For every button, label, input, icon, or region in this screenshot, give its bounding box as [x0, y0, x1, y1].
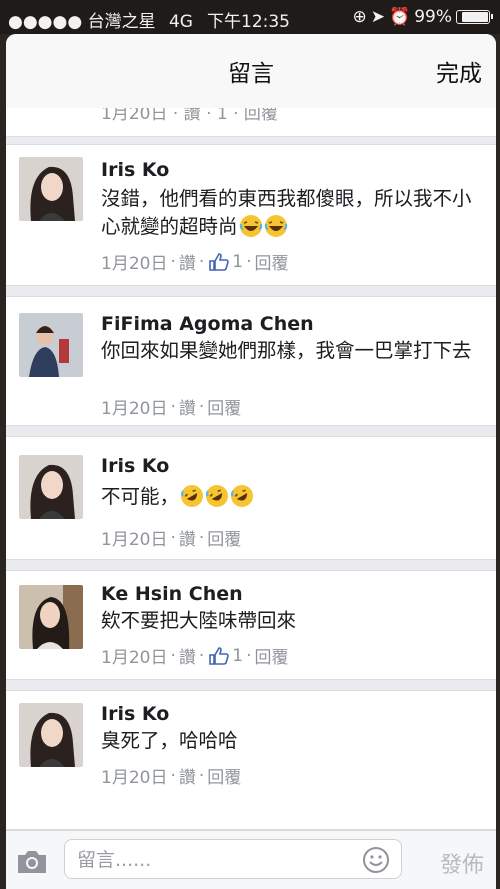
post-button[interactable]: 發佈 [440, 847, 484, 879]
location-icon: ➤ [370, 7, 386, 27]
rofl-emoji [231, 485, 254, 507]
comment-text: 欸不要把大陸味帶回來 [101, 607, 486, 635]
comments-sheet: 留言 完成 1月20日 · 讚 · 1 · 回覆 Iris Ko 沒錯，他們看的… [6, 34, 496, 889]
reply-button[interactable]: 回覆 [255, 249, 289, 274]
lock-rotation-icon: ⊕ [352, 7, 367, 27]
battery-percent: 99% [414, 7, 452, 27]
like-button[interactable]: 讚 [179, 525, 196, 550]
avatar[interactable] [19, 157, 83, 221]
comment-text: 沒錯，他們看的東西我都傻眼，所以我不小心就變的超時尚 [101, 185, 486, 241]
like-button[interactable]: 讚 [179, 249, 196, 274]
rofl-emoji [206, 485, 229, 507]
comment-date: 1月20日 [101, 399, 168, 419]
partial-comment: 1月20日 · 讚 · 1 · 回覆 [6, 108, 496, 137]
comment-meta: 1月20日 · 讚 · 1 · 回覆 [101, 643, 289, 669]
comment-text: 你回來如果變她們那樣，我會一巴掌打下去 [101, 337, 486, 365]
reply-button[interactable]: 回覆 [207, 763, 241, 788]
comment-item: FiFima Agoma Chen 你回來如果變她們那樣，我會一巴掌打下去 1月… [6, 296, 496, 426]
comment-meta: 1月20日 · 讚 · 回覆 [101, 394, 241, 420]
comment-meta: 1月20日 · 讚 · 1 · 回覆 [101, 249, 289, 275]
comment-date: 1月20日 [101, 530, 168, 550]
comment-meta: 1月20日 · 讚 · 回覆 [101, 763, 241, 789]
avatar[interactable] [19, 455, 83, 519]
comment-list[interactable]: 1月20日 · 讚 · 1 · 回覆 Iris Ko 沒錯，他們看的東西我都傻眼… [6, 108, 496, 830]
comment-date: 1月20日 [101, 254, 168, 274]
partial-comment-meta: 1月20日 · 讚 · 1 · 回覆 [101, 108, 278, 124]
comment-date: 1月20日 [101, 768, 168, 788]
like-count: 1 [232, 251, 244, 272]
page-title: 留言 [228, 61, 274, 87]
rofl-emoji [181, 485, 204, 507]
reply-button[interactable]: 回覆 [255, 643, 289, 668]
done-button[interactable]: 完成 [436, 54, 482, 88]
comment-text: 臭死了，哈哈哈 [101, 727, 486, 755]
comment-input[interactable] [75, 846, 349, 874]
laughing-emoji [264, 215, 287, 237]
avatar[interactable] [19, 585, 83, 649]
comment-meta: 1月20日 · 讚 · 回覆 [101, 525, 241, 551]
thumbs-up-icon [209, 646, 230, 665]
like-button[interactable]: 讚 [179, 643, 196, 668]
comment-author[interactable]: Ke Hsin Chen [101, 583, 243, 605]
nav-bar: 留言 完成 [6, 34, 496, 109]
laughing-emoji [239, 215, 262, 237]
status-bar: ●●●●● 台灣之星 4G 下午12:35 ⊕ ➤ ⏰ 99% [0, 0, 500, 34]
comment-text-body: 不可能， [101, 485, 180, 508]
battery-icon [456, 10, 493, 24]
avatar[interactable] [19, 703, 83, 767]
comment-text-body: 臭死了，哈哈哈 [101, 729, 238, 752]
like-count: 1 [232, 645, 244, 666]
smiley-icon[interactable] [361, 845, 391, 875]
comment-item: Iris Ko 不可能， 1月20日 · 讚 · 回覆 [6, 436, 496, 560]
comment-text-body: 你回來如果變她們那樣，我會一巴掌打下去 [101, 339, 472, 362]
comment-input-box [64, 839, 402, 879]
comment-author[interactable]: Iris Ko [101, 455, 169, 477]
reply-button[interactable]: 回覆 [207, 394, 241, 419]
comment-item: Ke Hsin Chen 欸不要把大陸味帶回來 1月20日 · 讚 · 1 · 回覆 [6, 570, 496, 680]
carrier-label: ●●●●● 台灣之星 [8, 12, 156, 32]
like-button[interactable]: 讚 [179, 394, 196, 419]
network-label: 4G [168, 12, 193, 32]
comment-author[interactable]: Iris Ko [101, 159, 169, 181]
thumbs-up-icon [209, 252, 230, 271]
comment-text-body: 欸不要把大陸味帶回來 [101, 609, 297, 632]
comment-author[interactable]: FiFima Agoma Chen [101, 313, 314, 335]
avatar[interactable] [19, 313, 83, 377]
clock: 下午12:35 [207, 12, 290, 32]
comment-item: Iris Ko 臭死了，哈哈哈 1月20日 · 讚 · 回覆 [6, 690, 496, 830]
comment-author[interactable]: Iris Ko [101, 703, 169, 725]
comment-item: Iris Ko 沒錯，他們看的東西我都傻眼，所以我不小心就變的超時尚 1月20日… [6, 144, 496, 286]
comment-text: 不可能， [101, 483, 486, 511]
alarm-icon: ⏰ [389, 7, 411, 27]
comment-composer: 發佈 [6, 830, 496, 889]
camera-icon[interactable] [16, 849, 48, 875]
comment-date: 1月20日 [101, 648, 168, 668]
reply-button[interactable]: 回覆 [207, 525, 241, 550]
like-button[interactable]: 讚 [179, 763, 196, 788]
